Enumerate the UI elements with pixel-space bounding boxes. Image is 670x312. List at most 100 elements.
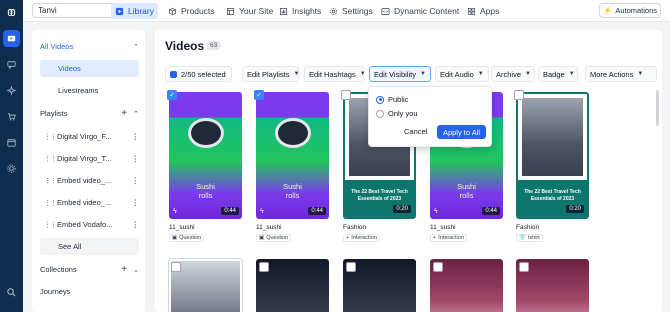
sushi-image bbox=[188, 118, 224, 148]
caret-down-icon: ▼ bbox=[419, 71, 426, 77]
tab-library[interactable]: Library bbox=[111, 3, 158, 19]
drag-handle-icon[interactable]: ⋮⋮ bbox=[44, 155, 57, 163]
tab-dynamic-content[interactable]: Dynamic Content bbox=[377, 3, 463, 19]
video-library-icon[interactable] bbox=[3, 30, 20, 47]
calendar-icon[interactable] bbox=[3, 134, 20, 151]
cancel-button[interactable]: Cancel bbox=[404, 127, 427, 136]
visibility-option-public[interactable]: Public bbox=[376, 95, 408, 104]
visibility-popover: Public Only you Cancel Apply to All bbox=[368, 86, 492, 147]
playlist-item[interactable]: ⋮⋮ Digital Virgo_T... ⋮ bbox=[40, 150, 139, 167]
code-icon bbox=[381, 7, 390, 15]
scrollbar[interactable] bbox=[656, 90, 659, 126]
tab-settings[interactable]: Settings bbox=[325, 3, 377, 19]
video-duration: 0:44 bbox=[482, 207, 500, 215]
video-checkbox[interactable] bbox=[514, 90, 524, 100]
video-thumbnail[interactable]: The 22 Best Travel Tech Essentials of 20… bbox=[516, 92, 589, 219]
caret-down-icon: ▼ bbox=[293, 71, 300, 77]
video-thumbnail[interactable]: Sushi rolls ϟ 0:44 bbox=[169, 92, 242, 219]
sidebar-all-videos[interactable]: All Videos ⌃ bbox=[40, 38, 139, 55]
radio-selected-icon[interactable] bbox=[376, 95, 384, 104]
video-checkbox[interactable] bbox=[519, 262, 529, 272]
thumbnail-text: Sushi rolls bbox=[283, 182, 302, 200]
add-collection-icon[interactable]: + bbox=[121, 264, 127, 275]
bulk-actions-toolbar: 2/50 selected Edit Playlists ▼ Edit Hash… bbox=[165, 66, 660, 82]
workspace-name: Tanvi bbox=[38, 6, 57, 15]
grid-icon bbox=[468, 7, 475, 15]
radio-icon[interactable] bbox=[376, 109, 384, 118]
see-all-playlists-button[interactable]: See All bbox=[40, 238, 139, 255]
edit-playlists-button[interactable]: Edit Playlists ▼ bbox=[242, 66, 299, 82]
drag-handle-icon[interactable]: ⋮⋮ bbox=[44, 177, 57, 185]
tab-your-site[interactable]: Your Site bbox=[222, 3, 277, 19]
drag-handle-icon[interactable]: ⋮⋮ bbox=[44, 221, 57, 229]
more-options-icon[interactable]: ⋮ bbox=[132, 198, 140, 207]
edit-hashtags-label: Edit Hashtags bbox=[309, 69, 356, 79]
logo-icon[interactable] bbox=[3, 4, 20, 21]
edit-visibility-button[interactable]: Edit Visibility ▼ bbox=[369, 66, 431, 82]
video-card[interactable]: The 22 Best Travel Tech Essentials of 20… bbox=[514, 90, 589, 252]
video-checkbox[interactable] bbox=[346, 262, 356, 272]
edit-visibility-label: Edit Visibility bbox=[374, 69, 416, 79]
edit-audio-button[interactable]: Edit Audio ▼ bbox=[435, 66, 489, 82]
sidebar-item-livestreams[interactable]: Livestreams bbox=[40, 82, 139, 99]
table-icon bbox=[226, 7, 235, 15]
video-duration: 0:44 bbox=[221, 207, 239, 215]
caret-down-icon: ▼ bbox=[525, 71, 531, 77]
edit-hashtags-button[interactable]: Edit Hashtags ▼ bbox=[304, 66, 366, 82]
more-options-icon[interactable]: ⋮ bbox=[132, 132, 140, 141]
more-options-icon[interactable]: ⋮ bbox=[132, 154, 140, 163]
playlist-item[interactable]: ⋮⋮ Embed Vodafo... ⋮ bbox=[40, 216, 139, 233]
tab-insights-label: Insights bbox=[292, 6, 322, 16]
sidebar-livestreams-label: Livestreams bbox=[58, 86, 99, 95]
video-card[interactable]: Sushi rolls ϟ 0:44 ✓ 11_sushi ▣ Question bbox=[254, 90, 329, 252]
playlist-item[interactable]: ⋮⋮ Embed video_... ⋮ bbox=[40, 172, 139, 189]
playlist-item[interactable]: ⋮⋮ Embed video_... ⋮ bbox=[40, 194, 139, 211]
automations-button[interactable]: ⚡ Automations bbox=[599, 3, 661, 18]
shirt-icon: 👕 bbox=[519, 235, 526, 241]
caret-down-icon: ▼ bbox=[359, 71, 366, 77]
journeys-label: Journeys bbox=[40, 287, 71, 296]
playlist-item-label: Digital Virgo_F... bbox=[57, 132, 112, 141]
more-options-icon[interactable]: ⋮ bbox=[132, 220, 140, 229]
selection-indicator[interactable]: 2/50 selected bbox=[165, 66, 232, 82]
settings-icon[interactable] bbox=[3, 160, 20, 177]
playlist-item-label: Embed video_... bbox=[57, 198, 112, 207]
video-thumbnail[interactable]: Sushi rolls ϟ 0:44 bbox=[256, 92, 329, 219]
archive-button[interactable]: Archive ▼ bbox=[491, 66, 535, 82]
question-icon: ▣ bbox=[172, 235, 178, 241]
drag-handle-icon[interactable]: ⋮⋮ bbox=[44, 199, 57, 207]
playlist-item-label: Embed video_... bbox=[57, 176, 112, 185]
sidebar-item-videos[interactable]: Videos bbox=[40, 60, 139, 77]
tab-insights[interactable]: Insights bbox=[275, 3, 325, 19]
video-checkbox[interactable]: ✓ bbox=[167, 90, 177, 100]
apply-to-all-button[interactable]: Apply to All bbox=[437, 125, 486, 139]
video-checkbox[interactable] bbox=[171, 262, 181, 272]
selected-checkbox-icon[interactable] bbox=[170, 70, 177, 78]
sidebar-collections-header[interactable]: Collections + ⌄ bbox=[40, 261, 139, 278]
interactive-bolt-icon: ϟ bbox=[434, 208, 438, 215]
video-checkbox[interactable] bbox=[259, 262, 269, 272]
chevron-up-icon[interactable]: ⌃ bbox=[133, 110, 139, 118]
cart-icon[interactable] bbox=[3, 108, 20, 125]
chat-icon[interactable] bbox=[3, 56, 20, 73]
chevron-down-icon[interactable]: ⌄ bbox=[133, 266, 139, 274]
drag-handle-icon[interactable]: ⋮⋮ bbox=[44, 133, 57, 141]
sparkle-icon[interactable] bbox=[3, 82, 20, 99]
video-card[interactable]: Sushi rolls ϟ 0:44 ✓ 11_sushi ▣ Question bbox=[167, 90, 242, 252]
search-icon[interactable] bbox=[3, 284, 20, 301]
visibility-option-only-you[interactable]: Only you bbox=[376, 109, 418, 118]
add-playlist-icon[interactable]: + bbox=[121, 108, 127, 119]
sidebar-playlists-header[interactable]: Playlists + ⌃ bbox=[40, 105, 139, 122]
badge-button[interactable]: Badge ▼ bbox=[538, 66, 578, 82]
playlist-item[interactable]: ⋮⋮ Digital Virgo_F... ⋮ bbox=[40, 128, 139, 145]
more-options-icon[interactable]: ⋮ bbox=[132, 176, 140, 185]
video-checkbox[interactable] bbox=[341, 90, 351, 100]
tab-apps[interactable]: Apps bbox=[463, 3, 503, 19]
tab-products[interactable]: Products bbox=[164, 3, 219, 19]
video-tag-label: Interaction bbox=[438, 235, 464, 241]
video-checkbox[interactable] bbox=[433, 262, 443, 272]
video-checkbox[interactable]: ✓ bbox=[254, 90, 264, 100]
sidebar-item-journeys[interactable]: Journeys bbox=[40, 283, 139, 300]
more-actions-button[interactable]: More Actions ▼ bbox=[585, 66, 657, 82]
chevron-up-icon[interactable]: ⌃ bbox=[133, 43, 139, 51]
